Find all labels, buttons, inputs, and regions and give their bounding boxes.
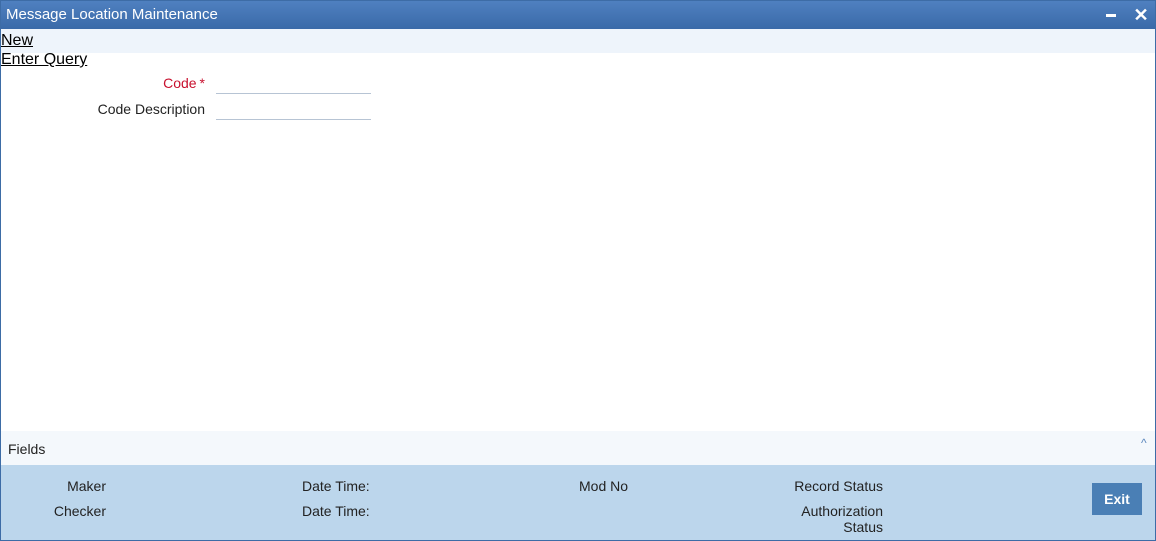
checker-datetime-label: Date Time:	[302, 503, 370, 519]
fields-section: Fields ^	[1, 431, 1155, 465]
enter-query-link[interactable]: Enter Query	[1, 51, 87, 69]
required-marker: *	[199, 75, 205, 91]
maker-label: Maker	[67, 478, 106, 494]
new-link[interactable]: New	[1, 32, 33, 50]
code-description-label: Code Description	[97, 101, 205, 117]
code-label: Code *	[5, 75, 205, 91]
maintenance-window: Message Location Maintenance ✕ New Enter…	[0, 0, 1156, 541]
code-input[interactable]	[216, 73, 371, 94]
title-bar[interactable]: Message Location Maintenance ✕	[1, 1, 1155, 29]
authorization-label: Authorization	[801, 503, 883, 519]
chevron-up-icon[interactable]: ^	[1141, 437, 1153, 449]
fields-label: Fields	[8, 441, 46, 457]
checker-label: Checker	[53, 503, 106, 519]
mod-no-label: Mod No	[579, 478, 629, 494]
window-title: Message Location Maintenance	[6, 6, 218, 23]
maker-datetime-label: Date Time:	[302, 478, 370, 494]
toolbar-strip	[1, 29, 1155, 53]
record-status-label: Record Status	[794, 478, 883, 494]
code-label-text: Code	[163, 75, 197, 91]
minimize-icon[interactable]	[1101, 5, 1121, 25]
close-icon[interactable]: ✕	[1131, 5, 1151, 25]
audit-panel: Maker Checker Date Time: Date Time: Mod …	[1, 465, 1155, 540]
authorization-status-label: Status	[843, 519, 883, 535]
exit-button[interactable]: Exit	[1092, 483, 1142, 515]
code-description-input[interactable]	[216, 99, 371, 120]
